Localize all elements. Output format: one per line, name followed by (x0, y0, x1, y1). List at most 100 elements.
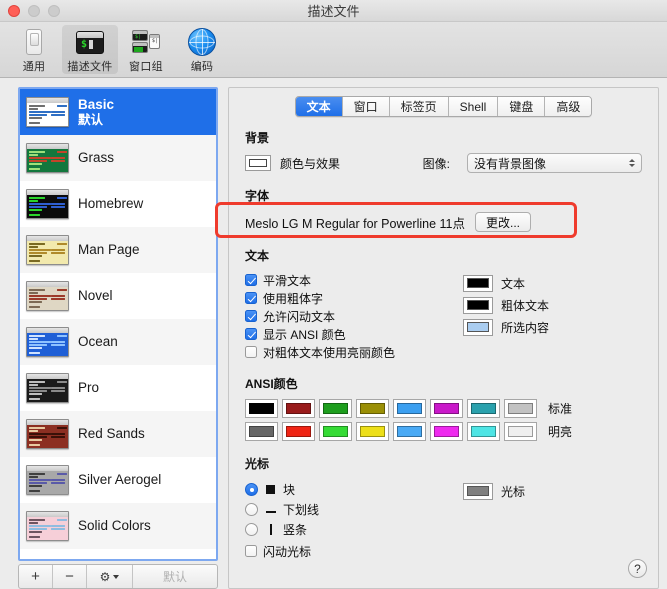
settings-panel: 文本 窗口 标签页 Shell 键盘 高级 背景 颜色与效果 图像: 没有背景图像 字体 (228, 87, 659, 589)
checkbox[interactable] (245, 274, 257, 286)
text-option-row[interactable]: 使用粗体字 (245, 289, 463, 307)
ansi-color-swatch[interactable] (504, 399, 537, 418)
ansi-color-swatch[interactable] (467, 399, 500, 418)
blink-cursor-checkbox[interactable] (245, 545, 257, 557)
ansi-color-swatch[interactable] (282, 422, 315, 441)
checkbox-label: 允许闪动文本 (263, 309, 336, 324)
profile-name: Man Page (78, 242, 140, 258)
checkbox[interactable] (245, 346, 257, 358)
ansi-color-swatch[interactable] (319, 399, 352, 418)
toolbar-item-profiles[interactable]: $ 描述文件 (62, 25, 118, 74)
color-swatch[interactable] (463, 296, 493, 314)
preferences-toolbar: 通用 $ 描述文件 $| $| 窗口组 编码 (0, 22, 667, 78)
tab-高级[interactable]: 高级 (545, 97, 592, 116)
profile-name: Basic (78, 96, 115, 112)
text-option-row[interactable]: 允许闪动文本 (245, 307, 463, 325)
help-button[interactable]: ? (628, 559, 647, 578)
profile-list-item[interactable]: Solid Colors (20, 503, 216, 549)
ansi-color-swatch[interactable] (245, 399, 278, 418)
ansi-color-swatch[interactable] (430, 422, 463, 441)
text-color-row: 文本 (463, 272, 642, 294)
profile-list-item[interactable]: Basic 默认 (20, 89, 216, 135)
profile-list-item[interactable]: Man Page (20, 227, 216, 273)
ansi-color-swatch[interactable] (393, 399, 426, 418)
ansi-color-swatch[interactable] (504, 422, 537, 441)
background-row: 颜色与效果 图像: 没有背景图像 (245, 153, 642, 173)
font-row: Meslo LG M Regular for Powerline 11点 更改.… (245, 211, 642, 233)
color-swatch[interactable] (463, 274, 493, 292)
add-profile-button[interactable]: + (19, 565, 53, 588)
set-default-button[interactable]: 默认 (133, 565, 217, 588)
tab-标签页[interactable]: 标签页 (389, 97, 449, 116)
tab-Shell[interactable]: Shell (448, 97, 499, 116)
profile-label-wrapper: Ocean (78, 334, 118, 350)
checkbox[interactable] (245, 328, 257, 340)
cursor-shape-option[interactable]: 块 (245, 479, 463, 499)
profile-list-item[interactable]: Silver Aerogel (20, 457, 216, 503)
cursor-shape-option[interactable]: 下划线 (245, 499, 463, 519)
toolbar-item-encodings[interactable]: 编码 (174, 25, 230, 74)
ansi-color-swatch[interactable] (356, 399, 389, 418)
ansi-color-swatch[interactable] (319, 422, 352, 441)
checkbox[interactable] (245, 310, 257, 322)
toolbar-item-general[interactable]: 通用 (6, 25, 62, 74)
profile-thumbnail (26, 143, 69, 173)
background-image-value: 没有背景图像 (474, 156, 547, 171)
minimize-button[interactable] (28, 4, 40, 17)
remove-profile-button[interactable]: − (53, 565, 87, 588)
profile-thumbnail (26, 419, 69, 449)
cursor-shape-block-icon (264, 484, 277, 494)
profile-thumbnail (26, 511, 69, 541)
tab-bar[interactable]: 文本 窗口 标签页 Shell 键盘 高级 (294, 96, 593, 117)
profile-label-wrapper: Red Sands (78, 426, 145, 442)
text-option-row[interactable]: 显示 ANSI 颜色 (245, 325, 463, 343)
profile-actions-button[interactable]: ⚙ (87, 565, 133, 588)
background-color-swatch[interactable] (245, 155, 271, 171)
checkbox-label: 显示 ANSI 颜色 (263, 327, 346, 342)
profile-thumbnail (26, 235, 69, 265)
profile-list-item[interactable]: Ocean (20, 319, 216, 365)
tab-文本[interactable]: 文本 (295, 97, 343, 116)
profile-list-item[interactable]: Homebrew (20, 181, 216, 227)
profile-thumbnail (26, 327, 69, 357)
radio-button[interactable] (245, 502, 258, 516)
text-option-row[interactable]: 平滑文本 (245, 271, 463, 289)
profile-list-item[interactable]: Grass (20, 135, 216, 181)
blink-cursor-row[interactable]: 闪动光标 (245, 542, 463, 560)
radio-button[interactable] (245, 522, 258, 536)
ansi-color-swatch[interactable] (282, 399, 315, 418)
text-color-row: 粗体文本 (463, 294, 642, 316)
ansi-color-swatch[interactable] (245, 422, 278, 441)
ansi-section-title: ANSI颜色 (245, 377, 298, 391)
background-image-label: 图像: (422, 156, 450, 171)
ansi-color-swatch[interactable] (356, 422, 389, 441)
close-button[interactable] (8, 4, 20, 17)
background-image-dropdown[interactable]: 没有背景图像 (467, 153, 642, 173)
color-swatch[interactable] (463, 318, 493, 336)
ansi-normal-label: 标准 (548, 402, 573, 416)
color-swatch-label: 文本 (501, 276, 526, 291)
terminal-icon: $ (75, 27, 105, 57)
toolbar-item-window-groups[interactable]: $| $| 窗口组 (118, 25, 174, 74)
text-columns: 平滑文本 使用粗体字允许闪动文本 显示 ANSI 颜色 对粗体文本使用亮丽颜色 文本粗… (245, 271, 642, 361)
radio-button[interactable] (245, 482, 258, 496)
tab-窗口[interactable]: 窗口 (342, 97, 390, 116)
text-color-row: 所选内容 (463, 316, 642, 338)
ansi-color-swatch[interactable] (393, 422, 426, 441)
maximize-button[interactable] (48, 4, 60, 17)
cursor-color-swatch[interactable] (463, 482, 493, 500)
color-swatch-label: 粗体文本 (501, 298, 550, 313)
cursor-shape-option[interactable]: 竖条 (245, 519, 463, 539)
gear-icon: ⚙ (99, 569, 111, 584)
profile-list[interactable]: Basic 默认 Grass Homebrew Man Page Novel Ocean Pr… (18, 87, 218, 561)
text-option-row[interactable]: 对粗体文本使用亮丽颜色 (245, 343, 463, 361)
checkbox[interactable] (245, 292, 257, 304)
profile-list-item[interactable]: Red Sands (20, 411, 216, 457)
change-font-button[interactable]: 更改... (475, 212, 532, 232)
profile-list-item[interactable]: Pro (20, 365, 216, 411)
cursor-columns: 块下划线 竖条 闪动光标 光标 (245, 479, 642, 560)
profile-list-item[interactable]: Novel (20, 273, 216, 319)
ansi-color-swatch[interactable] (430, 399, 463, 418)
tab-键盘[interactable]: 键盘 (498, 97, 546, 116)
ansi-color-swatch[interactable] (467, 422, 500, 441)
